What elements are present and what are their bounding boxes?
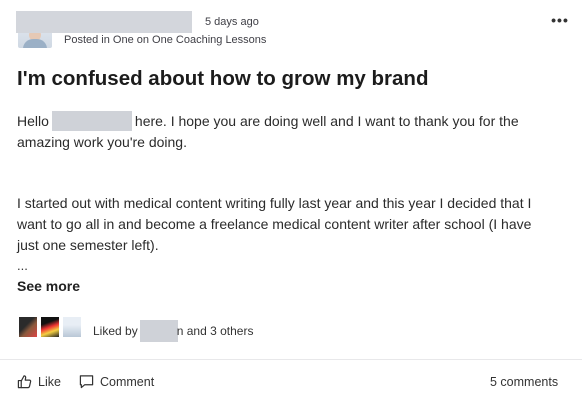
comments-count[interactable]: 5 comments bbox=[490, 375, 558, 389]
para2-line-3: just one semester left). bbox=[17, 237, 159, 253]
thumbs-up-icon bbox=[17, 374, 32, 389]
para2-line-1: I started out with medical content writi… bbox=[17, 195, 532, 211]
post-timestamp: 5 days ago bbox=[205, 16, 259, 28]
comment-button[interactable]: Comment bbox=[79, 374, 154, 389]
action-divider bbox=[0, 359, 582, 360]
see-more-link[interactable]: See more bbox=[17, 278, 80, 294]
ellipsis-horizontal-icon[interactable]: ••• bbox=[550, 10, 570, 30]
posted-in-space[interactable]: Posted in One on One Coaching Lessons bbox=[64, 34, 266, 46]
mention-redacted bbox=[51, 111, 132, 131]
liker-name-tail: n bbox=[176, 324, 184, 338]
liker-name-redacted bbox=[139, 320, 178, 342]
truncation-ellipsis: ... bbox=[17, 258, 28, 273]
post-title: I'm confused about how to grow my brand bbox=[17, 67, 429, 90]
speech-bubble-icon bbox=[79, 374, 94, 389]
para2-line-2: want to go all in and become a freelance… bbox=[17, 216, 532, 232]
greeting-prefix: Hello bbox=[17, 113, 49, 129]
liked-by-suffix: and 3 others bbox=[186, 324, 254, 338]
liked-by-summary[interactable]: Liked by n and 3 others bbox=[93, 320, 253, 342]
like-label: Like bbox=[38, 374, 61, 389]
author-name-redacted bbox=[16, 11, 192, 33]
post-body-paragraph-2: I started out with medical content writi… bbox=[17, 193, 562, 256]
liker-avatar[interactable] bbox=[18, 316, 38, 338]
greeting-suffix: here. I hope you are doing well and I wa… bbox=[134, 113, 519, 129]
avatar-body bbox=[23, 39, 47, 48]
liker-avatar[interactable] bbox=[62, 316, 82, 338]
like-button[interactable]: Like bbox=[17, 374, 61, 389]
post-body-paragraph-1: Hello here. I hope you are doing well and… bbox=[17, 111, 562, 153]
liked-by-prefix: Liked by bbox=[93, 324, 138, 338]
post-card: 5 days ago Posted in One on One Coaching… bbox=[0, 0, 582, 405]
greeting-line-2: amazing work you're doing. bbox=[17, 134, 187, 150]
liker-avatar[interactable] bbox=[40, 316, 60, 338]
comment-label: Comment bbox=[100, 374, 155, 389]
